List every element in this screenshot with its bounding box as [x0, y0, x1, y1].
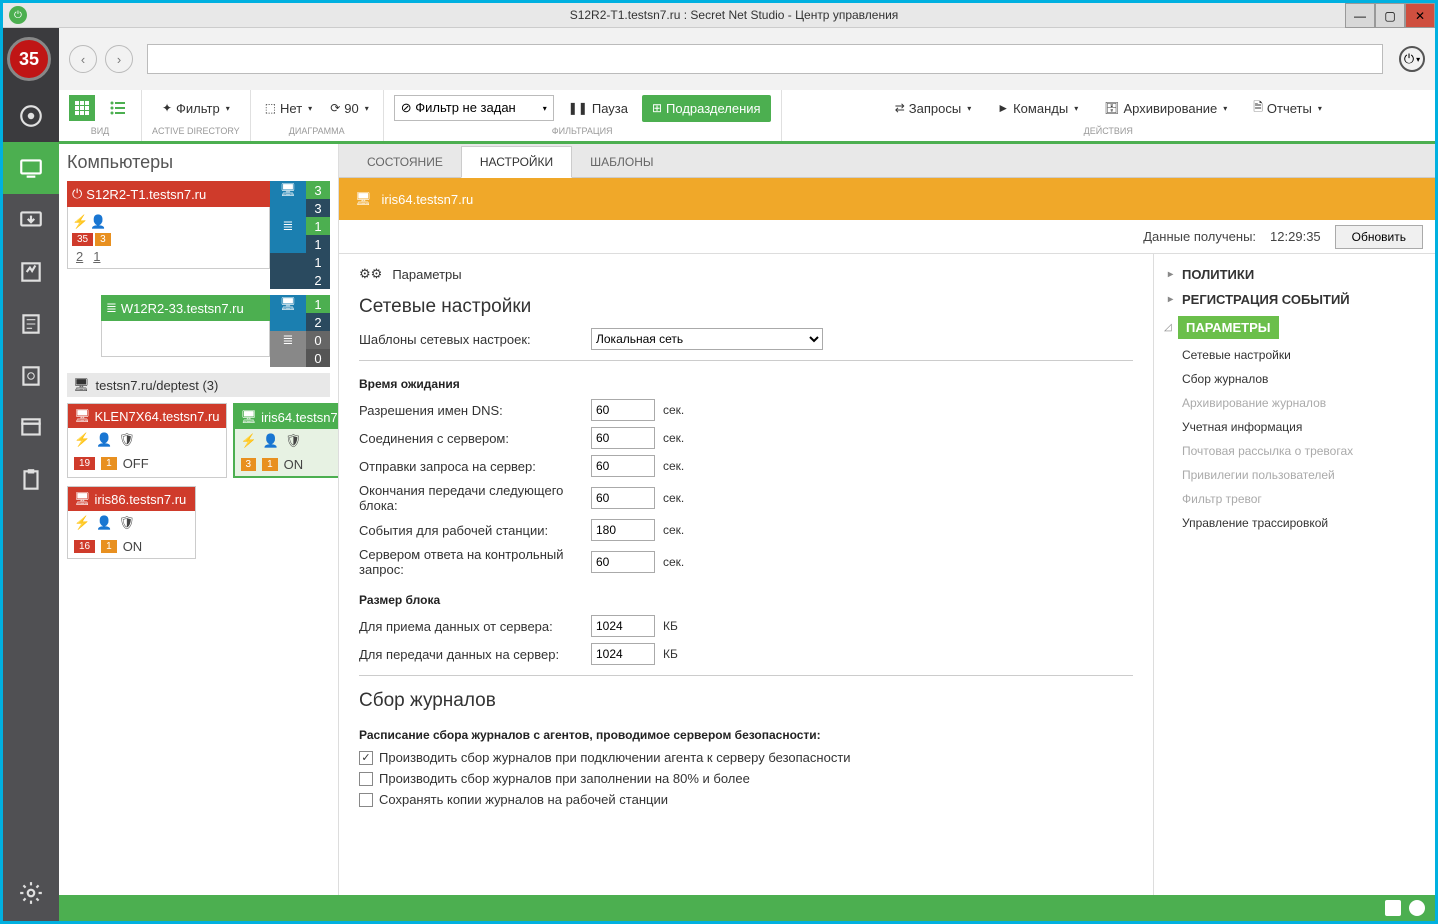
address-bar[interactable]	[147, 44, 1383, 74]
subdivisions-button[interactable]: ⊞ Подразделения	[642, 95, 771, 122]
clipboard-icon[interactable]	[3, 454, 59, 506]
journal1-icon[interactable]	[3, 298, 59, 350]
tab-status[interactable]: СОСТОЯНИЕ	[349, 147, 461, 177]
nav-acct[interactable]: Учетная информация	[1164, 415, 1425, 439]
nav-parameters[interactable]: ПАРАМЕТРЫ	[1178, 316, 1279, 339]
form-area: ⚙⚙Параметры Сетевые настройки Шаблоны се…	[339, 254, 1153, 895]
journal2-icon[interactable]	[3, 350, 59, 402]
refresh-button[interactable]: Обновить	[1335, 225, 1423, 249]
main-area: СОСТОЯНИЕ НАСТРОЙКИ ШАБЛОНЫ 🖥 iris64.tes…	[339, 144, 1435, 895]
window-title: S12R2-T1.testsn7.ru : Secret Net Studio …	[33, 8, 1435, 22]
commands-button[interactable]: ► Команды ▾	[993, 99, 1082, 118]
status-bar	[59, 895, 1435, 921]
nav-priv[interactable]: Привилегии пользователей	[1164, 463, 1425, 487]
nav-policies[interactable]: ▸ПОЛИТИКИ	[1164, 262, 1425, 287]
conn-input[interactable]	[591, 427, 655, 449]
computers-icon[interactable]	[3, 142, 59, 194]
bolt-icon: ⚡	[72, 214, 88, 230]
archive-button[interactable]: 🗄 Архивирование ▾	[1100, 99, 1231, 118]
status-row: Данные получены: 12:29:35 Обновить	[339, 220, 1435, 254]
nav-mail[interactable]: Почтовая рассылка о тревогах	[1164, 439, 1425, 463]
grid-view-icon[interactable]	[69, 95, 95, 121]
block-input[interactable]	[591, 487, 655, 509]
status-circle-icon[interactable]	[1409, 900, 1425, 916]
alert-badge-icon[interactable]: 35	[3, 28, 59, 90]
user-icon: 👤	[90, 214, 106, 230]
reports-button[interactable]: 🗎 Отчеты ▾	[1249, 96, 1326, 121]
filter-box[interactable]: ⊘ Фильтр не задан▾	[394, 95, 554, 121]
status-icon[interactable]	[1385, 900, 1401, 916]
computer-card[interactable]: ⏻S12R2-T1.testsn7.ru ⚡👤 353 21 🖥3 3 ≣1	[67, 181, 330, 289]
dashboard-icon[interactable]	[3, 90, 59, 142]
archive-icon[interactable]	[3, 402, 59, 454]
none-button[interactable]: ⬚ Нет ▾	[261, 99, 317, 118]
nav-arch[interactable]: Архивирование журналов	[1164, 391, 1425, 415]
vertical-sidebar: 35	[3, 28, 59, 921]
ctrl-input[interactable]	[591, 551, 655, 573]
host-header: 🖥 iris64.testsn7.ru	[339, 178, 1435, 220]
tab-row: СОСТОЯНИЕ НАСТРОЙКИ ШАБЛОНЫ	[339, 144, 1435, 178]
minimize-button[interactable]: —	[1345, 3, 1375, 28]
ribbon: ВИД ✦ Фильтр ▾ ACTIVE DIRECTORY ⬚ Нет ▾ …	[59, 90, 1435, 144]
app-icon: ⏻	[9, 6, 27, 24]
titlebar: ⏻ S12R2-T1.testsn7.ru : Secret Net Studi…	[3, 3, 1435, 28]
tab-templates[interactable]: ШАБЛОНЫ	[572, 147, 671, 177]
filter-button[interactable]: ✦ Фильтр ▾	[158, 99, 234, 118]
user-icon: 👤	[96, 432, 112, 448]
template-select[interactable]: Локальная сеть	[591, 328, 823, 350]
tab-settings[interactable]: НАСТРОЙКИ	[461, 146, 572, 178]
nav-net[interactable]: Сетевые настройки	[1164, 343, 1425, 367]
ws-input[interactable]	[591, 519, 655, 541]
close-button[interactable]: ✕	[1405, 3, 1435, 28]
download-icon[interactable]	[3, 194, 59, 246]
computers-heading: Компьютеры	[67, 152, 330, 173]
computer-item[interactable]: 🖥iris86.testsn7.ru ⚡👤🛡 161ON	[67, 486, 196, 559]
dns-input[interactable]	[591, 399, 655, 421]
send-input[interactable]	[591, 643, 655, 665]
monitor-icon: 🖥	[73, 377, 90, 393]
monitor-icon: 🖥	[74, 491, 91, 507]
gears-icon: ⚙⚙	[359, 266, 382, 282]
computers-panel: Компьютеры ⏻S12R2-T1.testsn7.ru ⚡👤 353 2…	[59, 144, 339, 895]
security-icon[interactable]	[3, 246, 59, 298]
pause-button[interactable]: ❚❚ Пауза	[564, 99, 632, 118]
maximize-button[interactable]: ▢	[1375, 3, 1405, 28]
checkbox[interactable]	[359, 772, 373, 786]
monitor-icon: 🖥	[355, 191, 372, 207]
monitor-icon: 🖥	[74, 408, 91, 424]
sendreq-input[interactable]	[591, 455, 655, 477]
nav-filter[interactable]: Фильтр тревог	[1164, 487, 1425, 511]
shield-icon: 🛡	[118, 432, 135, 448]
settings-icon[interactable]	[3, 865, 59, 921]
server-icon: ≣	[106, 300, 117, 316]
section-heading: Сетевые настройки	[359, 296, 1133, 318]
power-on-icon: ⏻	[72, 186, 82, 202]
checkbox[interactable]: ✓	[359, 751, 373, 765]
monitor-icon: 🖥	[241, 409, 258, 425]
monitor-icon: 🖥	[270, 181, 306, 199]
computer-card[interactable]: ≣W12R2-33.testsn7.ru 🖥1 2 ≣0 0	[101, 295, 330, 367]
bolt-icon: ⚡	[74, 432, 90, 448]
checkbox[interactable]	[359, 793, 373, 807]
nav-logs[interactable]: Сбор журналов	[1164, 367, 1425, 391]
right-nav: ▸ПОЛИТИКИ ▸РЕГИСТРАЦИЯ СОБЫТИЙ ◿ПАРАМЕТР…	[1153, 254, 1435, 895]
nav-trace[interactable]: Управление трассировкой	[1164, 511, 1425, 535]
section-heading: Сбор журналов	[359, 690, 1133, 712]
back-button[interactable]: ‹	[69, 45, 97, 73]
nav-events[interactable]: ▸РЕГИСТРАЦИЯ СОБЫТИЙ	[1164, 287, 1425, 312]
rotate-button[interactable]: ⟳ 90 ▾	[326, 99, 373, 118]
forward-button[interactable]: ›	[105, 45, 133, 73]
server-icon: ≣	[270, 217, 306, 235]
list-view-icon[interactable]	[105, 95, 131, 121]
recv-input[interactable]	[591, 615, 655, 637]
page-title: ⚙⚙Параметры	[359, 266, 1133, 282]
power-menu-icon[interactable]: ⏻▾	[1399, 46, 1425, 72]
computer-item-selected[interactable]: 🖥iris64.testsn7.ru ⚡👤🛡 31ON	[233, 403, 339, 478]
top-toolbar: ‹ › ⏻▾	[59, 28, 1435, 90]
computer-item[interactable]: 🖥KLEN7X64.testsn7.ru ⚡👤🛡 191OFF	[67, 403, 227, 478]
group-header[interactable]: 🖥testsn7.ru/deptest (3)	[67, 373, 330, 397]
requests-button[interactable]: ⇄ Запросы ▾	[891, 99, 976, 118]
